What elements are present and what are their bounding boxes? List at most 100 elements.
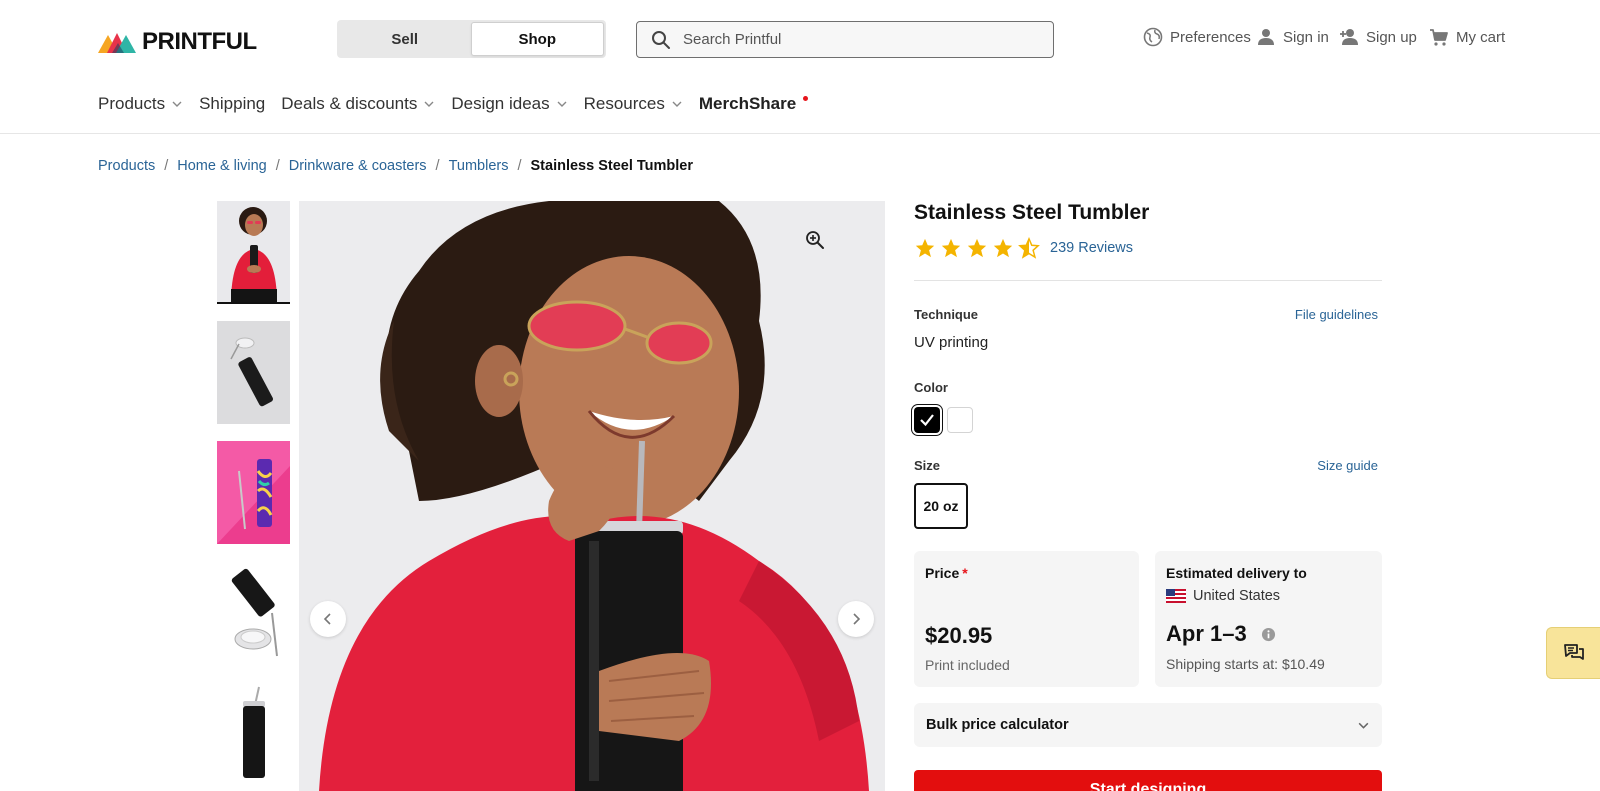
- nav-merchshare[interactable]: MerchShare: [699, 94, 809, 114]
- price-card: Price * $20.95 Print included: [914, 551, 1139, 687]
- thumbnail-model[interactable]: [217, 201, 290, 304]
- chevron-left-icon: [323, 613, 331, 625]
- thumbnail-list: [217, 201, 290, 791]
- star-full-icon: [915, 238, 935, 258]
- search-bar: [636, 21, 1054, 58]
- star-full-icon: [967, 238, 987, 258]
- thumbnail-model-image: [217, 201, 290, 304]
- main-product-image[interactable]: [299, 201, 885, 791]
- thumbnail-tumbler-floating-image: [217, 321, 290, 424]
- next-image-button[interactable]: [838, 601, 874, 637]
- product-photo: [299, 201, 885, 791]
- bulk-calculator-label: Bulk price calculator: [926, 717, 1069, 733]
- info-icon[interactable]: [1261, 627, 1276, 642]
- nav-deals[interactable]: Deals & discounts: [281, 94, 435, 114]
- delivery-card: Estimated delivery to United States Apr …: [1155, 551, 1382, 687]
- add-user-icon: [1340, 29, 1358, 45]
- technique-value: UV printing: [914, 334, 989, 351]
- star-half-icon: [1018, 237, 1040, 259]
- chevron-down-icon: [557, 101, 567, 107]
- breadcrumb-current: Stainless Steel Tumbler: [530, 158, 694, 174]
- sell-shop-toggle: Sell Shop: [337, 20, 606, 58]
- thumbnail-tumbler-floating[interactable]: [217, 321, 290, 424]
- color-swatch-black[interactable]: [914, 407, 940, 433]
- sign-up-label: Sign up: [1366, 28, 1417, 46]
- star-rating: [914, 237, 1040, 259]
- delivery-label: Estimated delivery to: [1166, 565, 1307, 581]
- user-icon: [1258, 29, 1274, 45]
- cart-icon: [1430, 29, 1448, 46]
- previous-image-button[interactable]: [310, 601, 346, 637]
- my-cart-link[interactable]: My cart: [1429, 27, 1505, 47]
- required-mark: *: [962, 565, 968, 581]
- preferences-label: Preferences: [1170, 28, 1251, 46]
- thumbnail-tumbler-parts[interactable]: [217, 561, 290, 664]
- nav-shipping[interactable]: Shipping: [199, 94, 265, 114]
- cart-label: My cart: [1456, 28, 1506, 46]
- breadcrumb-home-living[interactable]: Home & living: [177, 158, 266, 174]
- bulk-price-calculator[interactable]: Bulk price calculator: [914, 703, 1382, 747]
- nav-shipping-label: Shipping: [199, 94, 266, 113]
- top-header: PRINTFUL Sell Shop Preferences Sign in: [0, 0, 1600, 80]
- printful-logo[interactable]: PRINTFUL: [98, 28, 257, 56]
- breadcrumb-separator: /: [435, 158, 440, 174]
- product-title: Stainless Steel Tumbler: [914, 201, 1150, 224]
- sign-up-link[interactable]: Sign up: [1339, 27, 1417, 47]
- star-full-icon: [941, 238, 961, 258]
- shop-tab[interactable]: Shop: [470, 22, 604, 56]
- search-icon: [652, 30, 670, 49]
- zoom-icon[interactable]: [805, 230, 825, 250]
- price-label-row: Price *: [925, 565, 1128, 581]
- thumbnail-tumbler-pink[interactable]: [217, 441, 290, 544]
- header-divider: [0, 133, 1600, 134]
- new-indicator-dot: [803, 95, 809, 101]
- breadcrumb-products[interactable]: Products: [98, 158, 155, 174]
- sell-tab[interactable]: Sell: [339, 22, 471, 56]
- color-header: Color: [914, 380, 1382, 395]
- sign-in-link[interactable]: Sign in: [1256, 27, 1329, 47]
- breadcrumb-tumblers[interactable]: Tumblers: [449, 158, 509, 174]
- chevron-down-icon: [672, 101, 682, 107]
- size-option-20oz[interactable]: 20 oz: [914, 483, 968, 529]
- nav-products-label: Products: [98, 94, 166, 113]
- nav-deals-label: Deals & discounts: [281, 94, 418, 113]
- thumbnail-tumbler-parts-image: [217, 561, 290, 664]
- file-guidelines-link[interactable]: File guidelines: [1295, 307, 1378, 322]
- star-full-icon: [993, 238, 1013, 258]
- chevron-right-icon: [853, 613, 861, 625]
- technique-header: Technique File guidelines: [914, 307, 1382, 322]
- price-cards: Price * $20.95 Print included Estimated d…: [914, 551, 1382, 687]
- size-guide-link[interactable]: Size guide: [1317, 458, 1378, 473]
- nav-resources[interactable]: Resources: [584, 94, 683, 114]
- nav-design-ideas[interactable]: Design ideas: [451, 94, 567, 114]
- us-flag-icon: [1166, 589, 1186, 603]
- info-divider: [914, 280, 1382, 281]
- main-nav: Products Shipping Deals & discounts Desi…: [98, 94, 824, 114]
- breadcrumb-separator: /: [275, 158, 280, 174]
- chat-button[interactable]: [1546, 627, 1600, 679]
- thumbnail-tumbler-upright-image: [217, 681, 290, 784]
- size-label: Size: [914, 458, 941, 473]
- start-designing-button[interactable]: Start designing: [914, 770, 1382, 791]
- delivery-date-row: Apr 1–3: [1166, 621, 1371, 647]
- chevron-down-icon: [424, 101, 434, 107]
- price-value: $20.95: [925, 623, 993, 648]
- reviews-link[interactable]: 239 Reviews: [1050, 240, 1133, 256]
- price-label: Price: [925, 565, 960, 581]
- globe-icon: [1143, 27, 1163, 47]
- preferences-link[interactable]: Preferences: [1143, 27, 1251, 47]
- breadcrumb-drinkware[interactable]: Drinkware & coasters: [289, 158, 427, 174]
- product-info-panel: Stainless Steel Tumbler 239 Reviews Tech…: [914, 201, 1382, 747]
- logo-mark-icon: [98, 33, 136, 53]
- chevron-down-icon: [1358, 722, 1369, 729]
- thumbnail-tumbler-upright[interactable]: [217, 681, 290, 784]
- shipping-starts-text: Shipping starts at: $10.49: [1166, 656, 1325, 672]
- logo-text: PRINTFUL: [142, 28, 257, 55]
- search-input[interactable]: [683, 31, 1013, 48]
- sign-in-label: Sign in: [1283, 28, 1329, 46]
- delivery-country[interactable]: United States: [1166, 588, 1371, 604]
- breadcrumb: Products / Home & living / Drinkware & c…: [98, 158, 693, 174]
- color-swatch-white[interactable]: [947, 407, 973, 433]
- nav-products[interactable]: Products: [98, 94, 183, 114]
- chevron-down-icon: [172, 101, 182, 107]
